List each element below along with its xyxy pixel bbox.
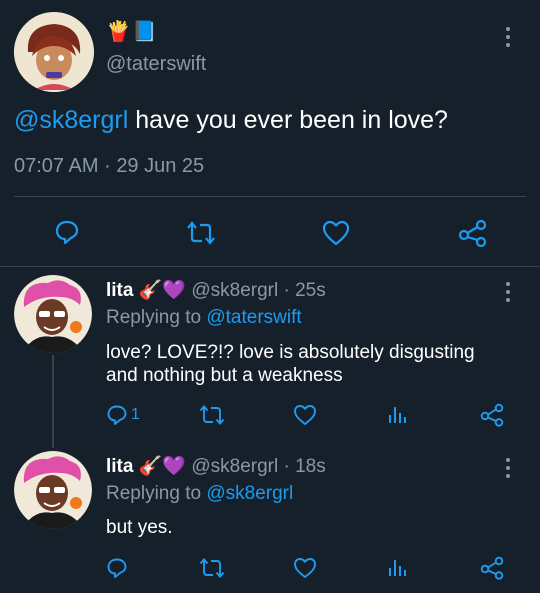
more-options-icon[interactable]: [505, 458, 511, 478]
reply-icon[interactable]: [106, 404, 128, 426]
replying-prefix: Replying to: [106, 307, 202, 328]
reply-handle[interactable]: @sk8ergrl: [191, 280, 278, 301]
share-icon[interactable]: [480, 403, 504, 427]
replying-prefix: Replying to: [106, 483, 202, 504]
more-options-icon[interactable]: [505, 27, 511, 47]
reply-avatar[interactable]: [14, 275, 92, 353]
main-tweet-text: @sk8ergrl have you ever been in love?: [14, 105, 448, 135]
reply-name-emojis: 🎸💜: [138, 456, 187, 477]
main-handle[interactable]: @taterswift: [106, 52, 206, 76]
reply-name-row: lita 🎸💜 @sk8ergrl · 25s: [106, 279, 326, 303]
like-icon[interactable]: [293, 404, 317, 426]
time-separator: ·: [104, 155, 111, 177]
reply-separator: ·: [283, 280, 290, 301]
reply-body-line-1: love? LOVE?!? love is absolutely disgust…: [106, 342, 475, 363]
divider-bottom: [0, 266, 540, 267]
like-icon[interactable]: [322, 220, 350, 246]
retweet-icon[interactable]: [199, 557, 225, 579]
reply-avatar[interactable]: [14, 451, 92, 529]
reply-name-row: lita 🎸💜 @sk8ergrl · 18s: [106, 455, 326, 479]
mention-link[interactable]: @sk8ergrl: [14, 106, 128, 134]
more-options-icon[interactable]: [505, 282, 511, 302]
replying-to: Replying to @sk8ergrl: [106, 482, 293, 506]
replying-handle[interactable]: @sk8ergrl: [206, 483, 293, 504]
tweet-date: 29 Jun 25: [116, 155, 205, 177]
reply-body-line-2: and nothing but a weakness: [106, 365, 343, 386]
reply-separator: ·: [283, 456, 290, 477]
fries-emoji: 🍟: [106, 21, 131, 43]
book-emoji: 📘: [132, 21, 157, 43]
divider-top: [14, 196, 526, 197]
share-icon[interactable]: [480, 556, 504, 580]
reply-name-emojis: 🎸💜: [138, 280, 187, 301]
reply-time: 18s: [295, 456, 326, 477]
retweet-icon[interactable]: [199, 404, 225, 426]
tweet-body: have you ever been in love?: [128, 106, 448, 134]
share-icon[interactable]: [458, 219, 488, 247]
like-icon[interactable]: [293, 557, 317, 579]
timestamp: 07:07 AM · 29 Jun 25: [14, 154, 204, 178]
reply-handle[interactable]: @sk8ergrl: [191, 456, 278, 477]
reply-body-line-1: but yes.: [106, 517, 173, 538]
analytics-icon[interactable]: [386, 556, 408, 578]
reply-count: 1: [131, 406, 140, 423]
reply-icon[interactable]: [54, 219, 80, 245]
reply-display-name[interactable]: lita: [106, 456, 133, 477]
main-avatar[interactable]: [14, 12, 94, 92]
reply-time: 25s: [295, 280, 326, 301]
retweet-icon[interactable]: [186, 220, 216, 246]
thread-line: [52, 355, 54, 448]
replying-handle[interactable]: @taterswift: [206, 307, 301, 328]
tweet-time: 07:07 AM: [14, 155, 99, 177]
reply-display-name[interactable]: lita: [106, 280, 133, 301]
replying-to: Replying to @taterswift: [106, 306, 302, 330]
reply-icon[interactable]: [106, 557, 128, 579]
analytics-icon[interactable]: [386, 403, 408, 425]
